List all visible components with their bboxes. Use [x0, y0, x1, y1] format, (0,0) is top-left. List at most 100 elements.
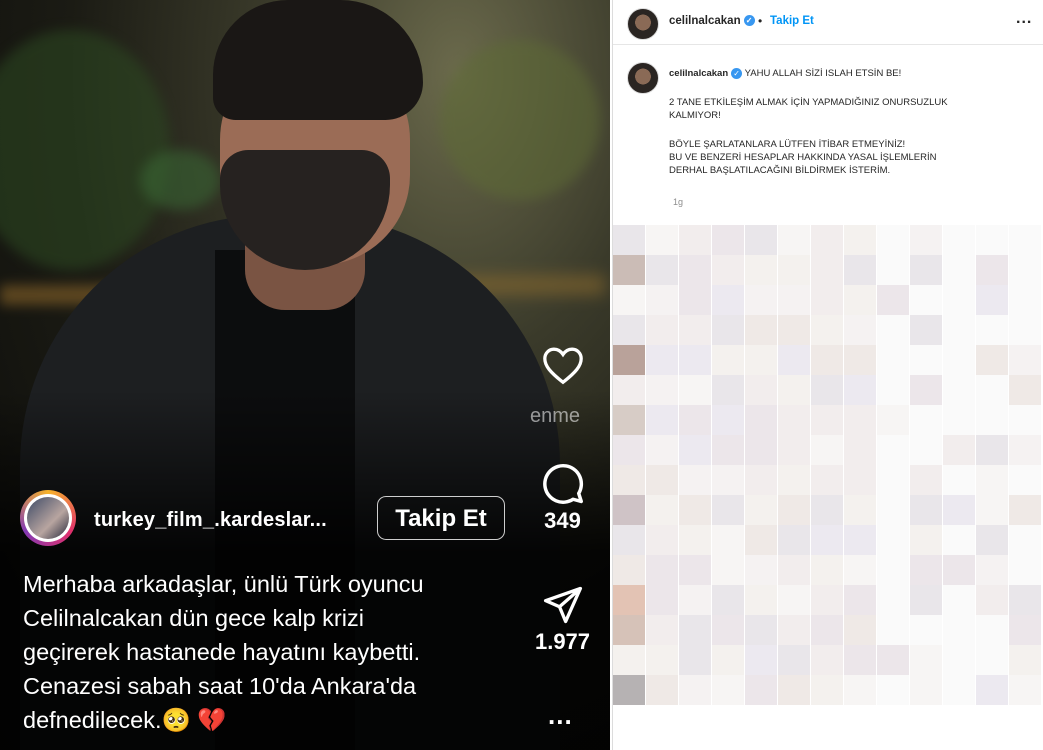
mosaic-tile [745, 525, 777, 555]
mosaic-tile [778, 255, 810, 285]
mosaic-tile [712, 645, 744, 675]
mosaic-tile [712, 525, 744, 555]
mosaic-tile [745, 645, 777, 675]
mosaic-tile [1009, 315, 1041, 345]
mosaic-tile [976, 375, 1008, 405]
mosaic-tile [1009, 645, 1041, 675]
mosaic-tile [679, 675, 711, 705]
mosaic-tile [844, 555, 876, 585]
mosaic-tile [844, 225, 876, 255]
mosaic-tile [1009, 675, 1041, 705]
mosaic-tile [811, 465, 843, 495]
mosaic-tile [712, 315, 744, 345]
mosaic-tile [745, 255, 777, 285]
mosaic-tile [1009, 255, 1041, 285]
mosaic-tile [778, 405, 810, 435]
mosaic-tile [646, 315, 678, 345]
reel-username[interactable]: turkey_film_.kardeslar... [94, 509, 327, 532]
avatar[interactable] [627, 62, 659, 94]
mosaic-tile [646, 285, 678, 315]
mosaic-tile [613, 225, 645, 255]
mosaic-tile [745, 345, 777, 375]
post-username[interactable]: celilnalcakan ✓ [669, 15, 755, 27]
mosaic-tile [877, 525, 909, 555]
mosaic-tile [613, 465, 645, 495]
mosaic-tile [811, 495, 843, 525]
avatar[interactable] [627, 8, 659, 40]
mosaic-tile [811, 375, 843, 405]
more-options-button[interactable]: ... [548, 700, 573, 731]
mosaic-tile [811, 315, 843, 345]
mosaic-tile [811, 435, 843, 465]
heart-icon [542, 347, 583, 385]
mosaic-tile [778, 585, 810, 615]
mosaic-tile [712, 345, 744, 375]
like-button[interactable] [520, 345, 605, 385]
mosaic-tile [943, 525, 975, 555]
mosaic-tile [811, 615, 843, 645]
mosaic-tile [976, 405, 1008, 435]
mosaic-tile [679, 585, 711, 615]
post-caption: celilnalcakan ✓ YAHU ALLAH SİZİ ISLAH ETS… [669, 67, 1029, 177]
mosaic-tile [679, 645, 711, 675]
mosaic-tile [844, 345, 876, 375]
mosaic-tile [910, 315, 942, 345]
post-age: 1g [673, 197, 684, 207]
comment-button[interactable]: 349 [520, 462, 605, 534]
mosaic-tile [646, 495, 678, 525]
mosaic-tile [646, 255, 678, 285]
mosaic-tile [976, 555, 1008, 585]
mosaic-tile [613, 375, 645, 405]
reel-account-row: turkey_film_.kardeslar... Takip Et [20, 490, 510, 550]
mosaic-tile [844, 585, 876, 615]
mosaic-tile [778, 225, 810, 255]
follow-link[interactable]: Takip Et [770, 15, 814, 27]
mosaic-tile [745, 225, 777, 255]
post-menu-button[interactable]: ... [1016, 10, 1032, 28]
mosaic-tile [943, 405, 975, 435]
share-count: 1.977 [534, 629, 591, 654]
mosaic-tile [613, 585, 645, 615]
mosaic-tile [976, 345, 1008, 375]
caption-line: geçirerek hastanede hayatını kaybetti. [23, 639, 421, 665]
mosaic-tile [679, 255, 711, 285]
mosaic-tile [943, 435, 975, 465]
mosaic-tile [613, 345, 645, 375]
mosaic-tile [976, 585, 1008, 615]
mosaic-tile [646, 675, 678, 705]
share-button[interactable]: 1.977 [520, 585, 605, 655]
mosaic-tile [877, 585, 909, 615]
mosaic-tile [877, 555, 909, 585]
mosaic-tile [778, 525, 810, 555]
mosaic-tile [910, 375, 942, 405]
mosaic-tile [613, 255, 645, 285]
mosaic-tile [778, 435, 810, 465]
mosaic-tile [910, 585, 942, 615]
mosaic-tile [646, 555, 678, 585]
mosaic-tile [1009, 585, 1041, 615]
mosaic-tile [811, 405, 843, 435]
mosaic-tile [844, 375, 876, 405]
mosaic-tile [1009, 375, 1041, 405]
mosaic-tile [976, 495, 1008, 525]
mosaic-tile [844, 465, 876, 495]
mosaic-tile [613, 525, 645, 555]
caption-line: defnedilecek.🥺 💔 [23, 707, 227, 733]
mosaic-tile [646, 225, 678, 255]
mosaic-tile [1009, 615, 1041, 645]
mosaic-tile [679, 225, 711, 255]
overlay-text-fragment: enme [530, 405, 581, 427]
caption-line: DERHAL BAŞLATILACAĞINI BİLDİRMEK İSTERİM… [669, 165, 891, 176]
mosaic-tile [877, 435, 909, 465]
caption-line: Celilnalcakan dün gece kalp krizi [23, 605, 364, 631]
mosaic-tile [1009, 465, 1041, 495]
mosaic-tile [811, 285, 843, 315]
caption-username[interactable]: celilnalcakan [669, 68, 728, 79]
follow-button[interactable]: Takip Et [377, 496, 505, 540]
mosaic-tile [910, 225, 942, 255]
mosaic-tile [910, 645, 942, 675]
mosaic-tile [778, 615, 810, 645]
mosaic-tile [712, 465, 744, 495]
mosaic-tile [910, 465, 942, 495]
avatar[interactable] [20, 490, 76, 546]
